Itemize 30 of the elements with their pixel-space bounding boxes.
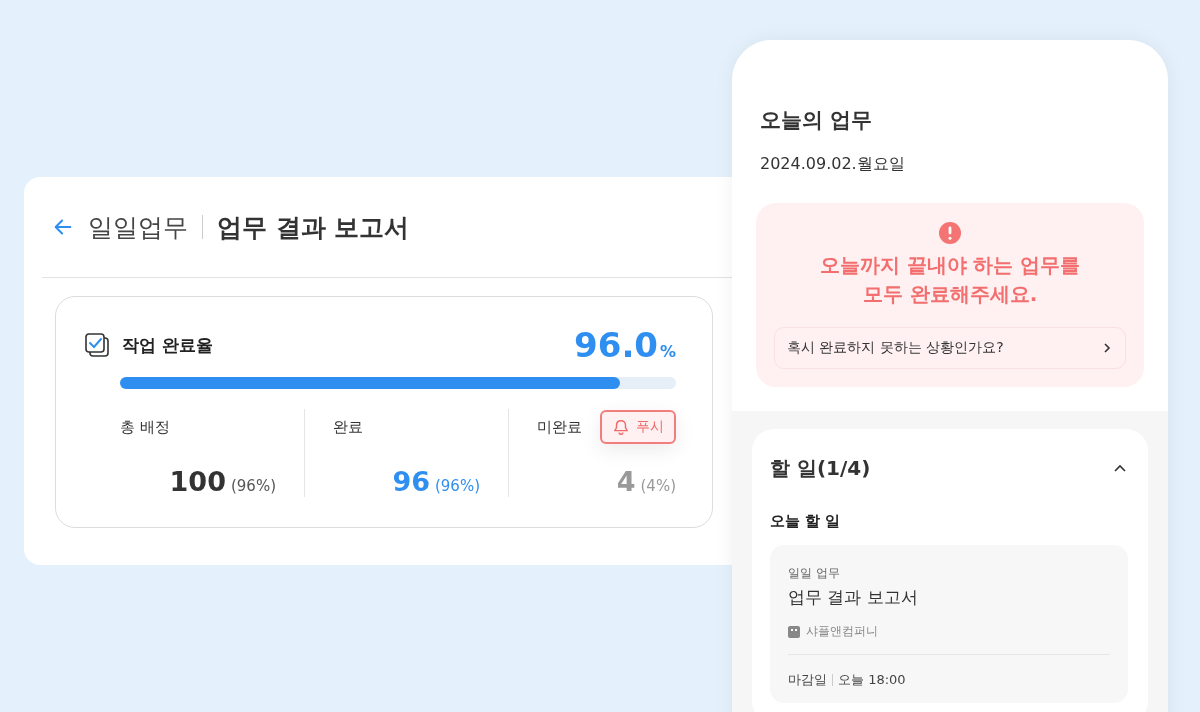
stat-share: (4%): [640, 477, 676, 495]
card-title: 작업 완료율: [122, 333, 214, 357]
warning-icon: [938, 221, 962, 245]
page-title: 업무 결과 보고서: [217, 211, 410, 244]
stat-label: 총 배정: [120, 417, 170, 437]
task-category: 일일 업무: [788, 565, 841, 582]
task-title: 업무 결과 보고서: [788, 586, 919, 609]
completion-percent: 96.0%: [574, 325, 676, 365]
bell-icon: [612, 418, 630, 436]
help-link[interactable]: 혹시 완료하지 못하는 상황인가요?: [774, 327, 1126, 369]
stat-share: (96%): [230, 477, 276, 495]
chevron-right-icon: [1101, 342, 1113, 354]
alert-message: 오늘까지 끝내야 하는 업무를 모두 완료해주세요.: [819, 252, 1081, 308]
due-label: 마감일: [788, 671, 827, 689]
stat-value: 100: [169, 466, 226, 497]
task-item[interactable]: 일일 업무 업무 결과 보고서 샤플앤컴퍼니 마감일 오늘 18:00: [770, 545, 1128, 703]
due-time: 오늘 18:00: [838, 671, 906, 689]
stat-label: 완료: [333, 417, 363, 437]
stat-label: 미완료: [537, 417, 582, 437]
section-heading: 오늘 할 일: [770, 512, 842, 531]
building-icon: [788, 625, 800, 638]
checkbox-icon: [84, 332, 110, 358]
company-name: 샤플앤컴퍼니: [806, 623, 878, 640]
todo-title: 할 일(1/4): [770, 455, 871, 482]
stat-value: 96: [392, 466, 430, 497]
date-label: 2024.09.02.월요일: [760, 154, 906, 175]
stat-share: (96%): [434, 477, 480, 495]
stat-value: 4: [616, 466, 636, 497]
screen-title: 오늘의 업무: [760, 107, 874, 134]
breadcrumb[interactable]: 일일업무: [88, 210, 188, 244]
